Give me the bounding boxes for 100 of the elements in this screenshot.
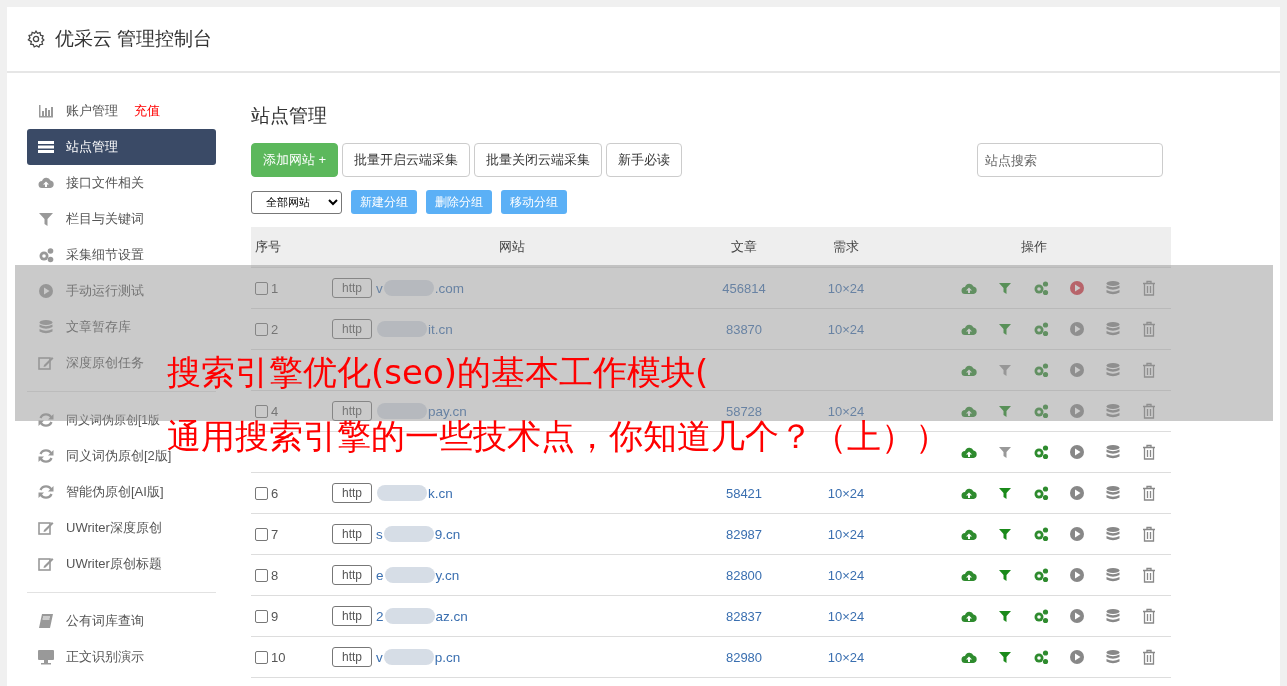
row-number: 1 <box>271 280 279 296</box>
database-icon[interactable] <box>1105 649 1121 665</box>
database-icon[interactable] <box>1105 608 1121 624</box>
row-checkbox[interactable] <box>255 568 268 582</box>
trash-icon[interactable] <box>1141 526 1157 542</box>
row-checkbox[interactable] <box>255 281 268 295</box>
cloud-upload-icon <box>38 175 54 191</box>
refresh-icon <box>38 412 54 428</box>
group-select[interactable]: 全部网站 <box>251 190 342 214</box>
sidebar-item[interactable]: 手动运行测试 <box>27 273 146 309</box>
database-icon[interactable] <box>1105 321 1121 337</box>
filter-icon[interactable] <box>997 321 1013 337</box>
article-count: 82987 <box>725 526 763 542</box>
sidebar-item[interactable]: 文章暂存库 <box>27 309 133 345</box>
sidebar-label: 栏目与关键词 <box>66 210 144 228</box>
database-icon[interactable] <box>1105 526 1121 542</box>
trash-icon[interactable] <box>1141 444 1157 460</box>
gears-icon[interactable] <box>1033 403 1049 419</box>
sidebar-item[interactable]: 智能伪原创[AI版] <box>27 474 166 510</box>
database-icon[interactable] <box>1105 485 1121 501</box>
demand-value: 10×24 <box>827 649 865 665</box>
gears-icon[interactable] <box>1033 485 1049 501</box>
play-icon[interactable] <box>1069 526 1085 542</box>
row-checkbox[interactable] <box>255 404 268 418</box>
play-icon[interactable] <box>1069 321 1085 337</box>
sidebar-item[interactable]: 同义词伪原创[1版 <box>27 402 162 438</box>
toolbar-button[interactable]: 新手必读 <box>606 143 683 177</box>
trash-icon[interactable] <box>1141 649 1157 665</box>
row-number: 4 <box>271 403 279 419</box>
play-icon[interactable] <box>1069 649 1085 665</box>
filter-icon[interactable] <box>997 403 1013 419</box>
row-checkbox[interactable] <box>255 486 268 500</box>
article-count: 83870 <box>725 321 763 337</box>
trash-icon[interactable] <box>1141 403 1157 419</box>
gears-icon[interactable] <box>1033 526 1049 542</box>
filter-icon[interactable] <box>997 280 1013 296</box>
database-icon[interactable] <box>1105 362 1121 378</box>
trash-icon[interactable] <box>1141 362 1157 378</box>
filter-icon[interactable] <box>997 526 1013 542</box>
sidebar-item[interactable]: 深度原创任务 <box>27 345 146 381</box>
scheme-tag: http <box>332 278 372 298</box>
row-checkbox[interactable] <box>255 527 268 541</box>
play-icon[interactable] <box>1069 403 1085 419</box>
trash-icon[interactable] <box>1141 321 1157 337</box>
scheme-tag: http <box>332 606 372 626</box>
scheme-tag: http <box>332 565 372 585</box>
sidebar-label: 站点管理 <box>66 138 118 156</box>
toolbar-button[interactable]: 批量开启云端采集 <box>342 143 471 177</box>
demand-value: 10×24 <box>827 321 865 337</box>
gears-icon[interactable] <box>1033 608 1049 624</box>
play-icon[interactable] <box>1069 362 1085 378</box>
trash-icon[interactable] <box>1141 280 1157 296</box>
database-icon[interactable] <box>1105 567 1121 583</box>
sidebar-item[interactable]: 账户管理 充值 <box>27 93 162 129</box>
recharge-link[interactable]: 充值 <box>134 102 160 120</box>
row-number: 7 <box>271 526 279 542</box>
filter-icon[interactable] <box>997 485 1013 501</box>
sidebar-item[interactable]: UWriter原创标题 <box>27 546 164 582</box>
filter-icon[interactable] <box>997 649 1013 665</box>
row-checkbox[interactable] <box>255 650 268 664</box>
gears-icon[interactable] <box>1033 567 1049 583</box>
gears-icon[interactable] <box>1033 321 1049 337</box>
database-icon[interactable] <box>1105 280 1121 296</box>
sidebar-item[interactable]: 采集细节设置 <box>27 237 146 273</box>
filter-icon[interactable] <box>997 444 1013 460</box>
play-icon[interactable] <box>1069 280 1085 296</box>
sidebar-label: 文章暂存库 <box>66 318 131 336</box>
sidebar-item[interactable]: 接口文件相关 <box>27 165 146 201</box>
sidebar-item[interactable]: 正文识别演示 <box>27 639 146 675</box>
row-checkbox[interactable] <box>255 609 268 623</box>
gears-icon[interactable] <box>1033 280 1049 296</box>
search-field[interactable]: 站点搜索 <box>977 143 1163 177</box>
sidebar-item[interactable]: 公有词库查询 <box>27 603 146 639</box>
database-icon[interactable] <box>1105 444 1121 460</box>
trash-icon[interactable] <box>1141 485 1157 501</box>
play-icon[interactable] <box>1069 567 1085 583</box>
filter-icon[interactable] <box>997 567 1013 583</box>
gears-icon[interactable] <box>1033 649 1049 665</box>
gears-icon[interactable] <box>1033 362 1049 378</box>
sidebar-item[interactable]: UWriter深度原创 <box>27 510 164 546</box>
toolbar-button[interactable]: 批量关闭云端采集 <box>474 143 603 177</box>
edit-icon <box>38 520 54 536</box>
play-icon[interactable] <box>1069 485 1085 501</box>
article-count: 58421 <box>725 485 763 501</box>
trash-icon[interactable] <box>1141 567 1157 583</box>
play-icon[interactable] <box>1069 608 1085 624</box>
row-number: 6 <box>271 485 279 501</box>
edit-icon <box>38 556 54 572</box>
row-checkbox[interactable] <box>255 322 268 336</box>
database-icon <box>38 319 54 335</box>
trash-icon[interactable] <box>1141 608 1157 624</box>
sidebar-item[interactable]: 站点管理 <box>27 129 216 165</box>
scheme-tag: http <box>332 647 372 667</box>
gears-icon[interactable] <box>1033 444 1049 460</box>
sidebar-item[interactable]: 栏目与关键词 <box>27 201 146 237</box>
play-icon <box>38 283 54 299</box>
play-icon[interactable] <box>1069 444 1085 460</box>
database-icon[interactable] <box>1105 403 1121 419</box>
filter-icon[interactable] <box>997 362 1013 378</box>
filter-icon[interactable] <box>997 608 1013 624</box>
